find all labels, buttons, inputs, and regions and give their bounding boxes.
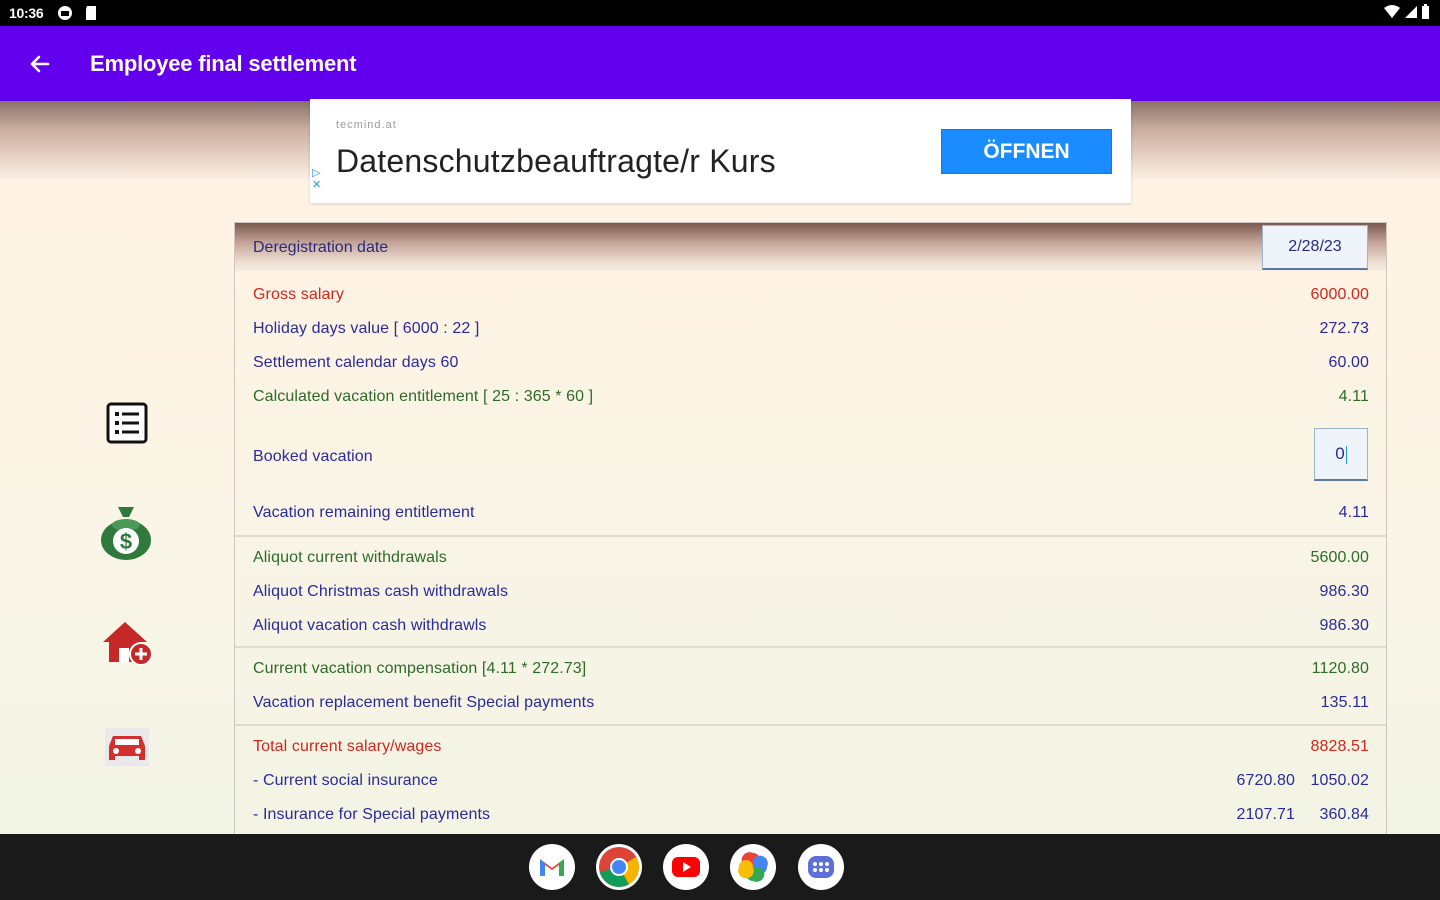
row-calculated-vacation: Calculated vacation entitlement [ 25 : 3… [253,385,1369,411]
svg-text:$: $ [120,529,132,554]
row-label: - Insurance for Special payments [253,806,491,823]
booked-vacation-value: 0 [1335,444,1345,463]
ad-headline[interactable]: Datenschutzbeauftragte/r Kurs [336,143,776,180]
app-drawer-icon[interactable] [798,844,844,890]
row-label: Gross salary [253,286,344,303]
youtube-icon[interactable] [663,844,709,890]
row-value-base: 6720.80 [1236,772,1295,789]
notification-icon [58,6,72,20]
gmail-icon[interactable] [529,844,575,890]
deregistration-date-field[interactable]: 2/28/23 [1262,225,1368,270]
row-value: 6000.00 [1310,286,1369,303]
row-value: 4.11 [1338,388,1369,405]
row-value: 135.11 [1320,694,1369,711]
divider [235,535,1386,537]
row-vacation-remaining: Vacation remaining entitlement 4.11 [253,501,1369,527]
settlement-card: Deregistration date 2/28/23 Gross salary… [234,222,1387,834]
chrome-icon[interactable] [596,844,642,890]
battery-icon [1422,4,1429,19]
row-value: 1120.80 [1311,660,1369,677]
sd-card-icon [86,6,96,20]
row-label: Aliquot vacation cash withdrawls [253,617,487,634]
row-value: 8828.51 [1310,738,1369,755]
row-insurance-special: - Insurance for Special payments 2107.71… [253,803,1369,829]
row-label: Calculated vacation entitlement [ 25 : 3… [253,388,594,405]
text-cursor [1345,445,1347,464]
row-gross-salary: Gross salary 6000.00 [253,283,1369,309]
row-settlement-days: Settlement calendar days 60 60.00 [253,351,1369,377]
deregistration-label: Deregistration date [253,239,389,256]
row-label: Total current salary/wages [253,738,442,755]
navigation-bar [0,834,1440,900]
app-bar: Employee final settlement [0,26,1440,101]
row-aliquot-vacation: Aliquot vacation cash withdrawls 986.30 [253,614,1369,640]
row-label: Booked vacation [253,448,373,465]
ad-banner[interactable]: tecmind.at Datenschutzbeauftragte/r Kurs… [310,99,1131,203]
row-vacation-replacement: Vacation replacement benefit Special pay… [253,691,1369,717]
row-label: Aliquot Christmas cash withdrawals [253,583,509,600]
row-value-base: 2107.71 [1236,806,1295,823]
row-value: 1050.02 [1310,772,1369,789]
deregistration-header: Deregistration date 2/28/23 [235,223,1386,271]
row-value: 60.00 [1328,354,1369,371]
row-label: Aliquot current withdrawals [253,549,447,566]
wifi-icon [1384,5,1400,18]
ad-choices-icon[interactable]: ▷ ✕ [312,167,321,191]
row-aliquot-current: Aliquot current withdrawals 5600.00 [253,546,1369,572]
row-label: Holiday days value [ 6000 : 22 ] [253,320,480,337]
row-value: 5600.00 [1310,549,1369,566]
photos-icon[interactable] [730,844,776,890]
row-value: 4.11 [1338,504,1369,521]
row-aliquot-christmas: Aliquot Christmas cash withdrawals 986.3… [253,580,1369,606]
car-icon[interactable] [103,726,151,768]
row-label: Settlement calendar days 60 [253,354,459,371]
row-value: 272.73 [1319,320,1369,337]
cell-signal-icon [1405,6,1417,18]
row-label: - Current social insurance [253,772,438,789]
house-add-icon[interactable] [101,618,153,666]
money-bag-icon[interactable]: $ [99,503,153,561]
row-total-salary: Total current salary/wages 8828.51 [253,735,1369,761]
ad-sponsor: tecmind.at [336,119,397,131]
row-label: Vacation replacement benefit Special pay… [253,694,595,711]
ad-open-button[interactable]: ÖFFNEN [941,129,1112,174]
row-value: 360.84 [1319,806,1369,823]
back-arrow-icon[interactable] [24,48,56,80]
row-social-insurance: - Current social insurance 6720.80 1050.… [253,769,1369,795]
row-label: Vacation remaining entitlement [253,504,475,521]
row-label: Current vacation compensation [4.11 * 27… [253,660,587,677]
row-current-vacation-compensation: Current vacation compensation [4.11 * 27… [253,657,1369,683]
divider [235,724,1386,726]
list-icon[interactable] [106,402,148,444]
page-title: Employee final settlement [90,51,357,76]
row-holiday-days-value: Holiday days value [ 6000 : 22 ] 272.73 [253,317,1369,343]
status-bar: 10:36 [0,0,1440,26]
status-time: 10:36 [9,5,44,21]
divider [235,646,1386,648]
row-booked-vacation: Booked vacation [253,445,1369,471]
booked-vacation-input[interactable]: 0 [1314,428,1368,481]
row-value: 986.30 [1319,617,1369,634]
row-value: 986.30 [1319,583,1369,600]
